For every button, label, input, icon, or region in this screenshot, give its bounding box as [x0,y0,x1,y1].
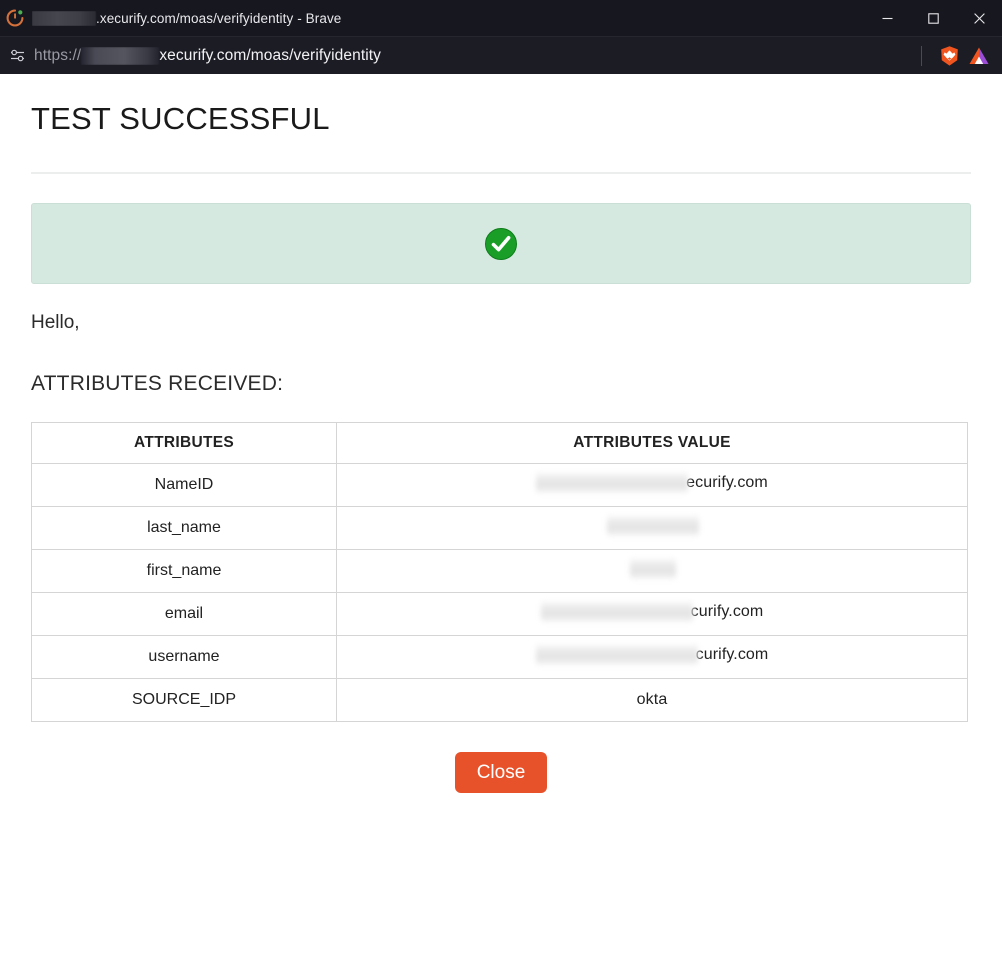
attribute-name-cell: SOURCE_IDP [31,678,337,722]
attributes-table-body: NameID ecurify.com last_name first_name emai… [31,463,968,722]
page-title: TEST SUCCESSFUL [31,101,330,136]
redacted-tab-host [32,10,96,26]
attribute-value-cell: curify.com [336,592,968,636]
table-row: username curify.com [31,635,968,679]
xecurify-favicon [6,9,24,27]
sliders-icon[interactable] [0,37,34,75]
tab-title-text: .xecurify.com/moas/verifyidentity - Brav… [96,10,342,26]
attribute-value: okta [637,691,668,709]
attribute-value: curify.com [540,601,764,622]
button-row: Close [31,752,971,793]
attribute-value-text: curify.com [695,645,769,663]
redacted-url-host [81,46,160,65]
redacted-value [630,558,676,579]
attribute-value-text: curify.com [690,602,764,620]
success-banner [31,203,971,284]
table-row: NameID ecurify.com [31,463,968,507]
attribute-value: ecurify.com [536,472,768,493]
bat-triangle-icon[interactable] [964,37,994,75]
table-row: email curify.com [31,592,968,636]
redacted-value [535,644,698,665]
attribute-name-cell: last_name [31,506,337,550]
green-check-circle-icon [484,227,518,261]
page-content: TEST SUCCESSFUL Hello, ATTRIBUTES RECEIV… [0,74,1002,962]
url-text[interactable]: https:// xecurify.com/moas/verifyidentity [34,46,917,65]
attributes-table: ATTRIBUTES ATTRIBUTES VALUE NameID ecurif… [31,422,968,722]
redacted-value [607,515,699,536]
attribute-name-cell: NameID [31,463,337,507]
attribute-value [630,558,676,579]
brave-lion-icon[interactable] [934,37,964,75]
attributes-heading: ATTRIBUTES RECEIVED: [31,372,284,395]
redacted-value [540,601,693,622]
table-row: last_name [31,506,968,550]
table-row: first_name [31,549,968,593]
attribute-value-text: ecurify.com [686,473,768,491]
close-button[interactable]: Close [454,752,548,793]
address-bar-actions [917,37,1002,75]
attribute-name-cell: username [31,635,337,679]
attribute-value-cell [336,506,968,550]
column-header-attributes-value: ATTRIBUTES VALUE [336,422,968,464]
table-row: SOURCE_IDP okta [31,678,968,722]
close-icon[interactable] [956,0,1002,36]
browser-chrome: .xecurify.com/moas/verifyidentity - Brav… [0,0,1002,74]
tab-title[interactable]: .xecurify.com/moas/verifyidentity - Brav… [32,10,342,26]
url-visible-text: xecurify.com/moas/verifyidentity [159,46,382,64]
redacted-value [536,472,689,493]
attribute-name-cell: first_name [31,549,337,593]
minimize-icon[interactable] [864,0,910,36]
attribute-value-text: okta [636,691,668,708]
window-controls [864,0,1002,36]
address-bar[interactable]: https:// xecurify.com/moas/verifyidentity [0,36,1002,74]
browser-titlebar: .xecurify.com/moas/verifyidentity - Brav… [0,0,1002,36]
table-header-row: ATTRIBUTES ATTRIBUTES VALUE [31,422,968,464]
attribute-value-cell [336,549,968,593]
attribute-value: curify.com [535,644,769,665]
greeting-text: Hello, [31,312,80,333]
attribute-value [607,515,699,536]
title-divider [31,172,971,174]
attribute-name-cell: email [31,592,337,636]
url-scheme: https:// [34,46,82,64]
attribute-value-cell: okta [336,678,968,722]
attribute-value-cell: curify.com [336,635,968,679]
column-header-attributes: ATTRIBUTES [31,422,337,464]
toolbar-divider [921,45,922,66]
attribute-value-cell: ecurify.com [336,463,968,507]
maximize-icon[interactable] [910,0,956,36]
